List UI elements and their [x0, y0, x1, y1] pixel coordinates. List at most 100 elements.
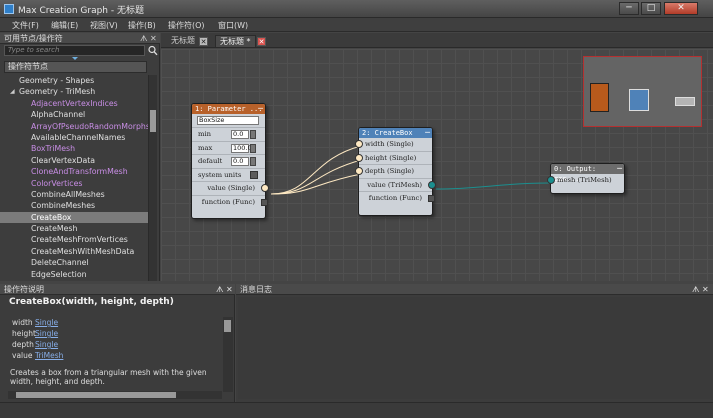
- menu-file[interactable]: 文件(F): [12, 20, 39, 31]
- tab-untitled-1[interactable]: 无标题: [167, 35, 199, 47]
- output-mesh-port[interactable]: [547, 176, 555, 184]
- node-list-item[interactable]: BoxTriMesh: [0, 143, 148, 154]
- node-list-item[interactable]: CreateMeshFromVertices: [0, 234, 148, 245]
- menu-window[interactable]: 窗口(W): [218, 20, 248, 31]
- node-list-item[interactable]: AdjacentVertexIndices: [0, 98, 148, 109]
- collapse-icon[interactable]: ─: [425, 128, 430, 138]
- output-node[interactable]: 0: Output: geo... ─ mesh (TriMesh): [547, 163, 625, 194]
- collapse-icon[interactable]: ─: [617, 164, 622, 174]
- menu-operators[interactable]: 操作符(O): [168, 20, 205, 31]
- node-list-item[interactable]: AlphaChannel: [0, 109, 148, 120]
- app-window: Max Creation Graph - 无标题 ─ □ ✕ 文件(F) 编辑(…: [0, 0, 713, 418]
- scrollbar-thumb[interactable]: [224, 320, 231, 332]
- log-title: 消息日志: [240, 285, 272, 294]
- node-list-item[interactable]: CombineAllMeshes: [0, 189, 148, 200]
- param-min-field[interactable]: 0.0: [231, 130, 249, 139]
- system-units-checkbox[interactable]: [250, 170, 258, 179]
- param-max-field[interactable]: 100.0: [231, 143, 252, 153]
- createbox-node-header[interactable]: 2: CreateBox ─: [359, 128, 432, 138]
- width-input-port[interactable]: [355, 140, 363, 148]
- param-default-spinner[interactable]: [250, 157, 256, 166]
- menu-operate[interactable]: 操作(B): [128, 20, 156, 31]
- search-icon[interactable]: [148, 45, 158, 56]
- type-link[interactable]: Single: [35, 340, 58, 349]
- height-input-port[interactable]: [355, 153, 363, 162]
- createbox-function-port[interactable]: [428, 195, 435, 202]
- param-min-spinner[interactable]: [250, 130, 256, 139]
- splitter-arrow-icon[interactable]: [72, 57, 78, 60]
- close-icon[interactable]: ✕: [702, 284, 709, 295]
- minimap[interactable]: [583, 56, 702, 127]
- node-list-item[interactable]: CreateMesh: [0, 223, 148, 234]
- param-name-field[interactable]: BoxSize: [197, 116, 259, 125]
- param-default-field[interactable]: 0.0: [231, 157, 249, 166]
- close-button[interactable]: ✕: [664, 2, 698, 15]
- createbox-node-title: 2: CreateBox: [362, 129, 413, 137]
- node-list-item[interactable]: DeleteChannel: [0, 257, 148, 268]
- node-list-item[interactable]: ArrayOfPseudoRandomMorphs: [0, 121, 148, 132]
- pin-icon[interactable]: ᗑ: [692, 284, 700, 295]
- node-list-item[interactable]: ColorVertices: [0, 178, 148, 189]
- param-row: width Single: [12, 318, 59, 327]
- menu-edit[interactable]: 编辑(E): [51, 20, 78, 31]
- tab-close-icon-active[interactable]: ✕: [257, 37, 266, 46]
- node-list-item[interactable]: AvailableChannelNames: [0, 132, 148, 143]
- category-header[interactable]: 操作符节点: [4, 61, 147, 73]
- scrollbar-thumb[interactable]: [150, 110, 156, 132]
- node-library-title: 可用节点/操作符: [4, 34, 63, 43]
- param-row: value TriMesh: [12, 351, 64, 360]
- log-content: [238, 297, 710, 399]
- pin-icon[interactable]: ᗑ: [140, 33, 148, 44]
- node-list-item[interactable]: CloneAndTransformMesh: [0, 166, 148, 177]
- param-max-row: max 100.0: [192, 142, 265, 155]
- node-list-item[interactable]: ClearVertexData: [0, 155, 148, 166]
- parameter-node-title: 1: Parameter ...: [195, 105, 263, 113]
- output-node-header[interactable]: 0: Output: geo... ─: [551, 164, 624, 183]
- close-icon[interactable]: ✕: [226, 284, 233, 295]
- parameter-node[interactable]: 1: Parameter ... ─ BoxSize min 0.0 max 1…: [191, 103, 269, 219]
- createbox-value-port[interactable]: [428, 180, 436, 189]
- status-bar: [0, 402, 713, 418]
- node-category[interactable]: ◢ Geometry - TriMesh: [0, 86, 148, 97]
- depth-input-port[interactable]: [355, 167, 363, 175]
- collapse-icon[interactable]: ─: [258, 104, 263, 114]
- scrollbar-thumb[interactable]: [16, 392, 176, 398]
- node-list-item[interactable]: CombineMeshes: [0, 200, 148, 211]
- menu-view[interactable]: 视图(V): [90, 20, 118, 31]
- description-hscrollbar[interactable]: [8, 391, 222, 399]
- tab-close-icon[interactable]: ✕: [199, 37, 208, 46]
- createbox-value-label: value (TriMesh): [367, 180, 422, 189]
- param-min-row: min 0.0: [192, 128, 265, 142]
- type-link[interactable]: TriMesh: [35, 351, 63, 360]
- search-input[interactable]: Type to search: [4, 45, 145, 56]
- param-function-port[interactable]: [261, 198, 268, 206]
- operator-description-text: Creates a box from a triangular mesh wit…: [10, 368, 207, 386]
- node-list-item[interactable]: EdgeSelection: [0, 269, 148, 280]
- node-list-scrollbar[interactable]: [148, 75, 157, 281]
- pin-icon[interactable]: ᗑ: [216, 284, 224, 295]
- node-category[interactable]: Geometry - Shapes: [0, 75, 148, 86]
- description-header: 操作符说明 ᗑ ✕: [0, 284, 235, 295]
- node-library-panel: 可用节点/操作符 ᗑ ✕ Type to search 操作符节点 Geomet…: [0, 33, 160, 281]
- parameter-node-header[interactable]: 1: Parameter ... ─: [192, 104, 265, 114]
- param-max-spinner[interactable]: [250, 143, 256, 153]
- param-value-port[interactable]: [261, 184, 269, 192]
- minimap-parameter-node: [590, 83, 609, 112]
- close-icon[interactable]: ✕: [150, 33, 157, 44]
- param-function-row: function (Func): [192, 196, 268, 210]
- node-list-item[interactable]: CreateBox: [0, 211, 148, 224]
- createbox-node[interactable]: 2: CreateBox ─ width (Single) height (Si…: [355, 127, 436, 216]
- window-title: Max Creation Graph - 无标题: [18, 6, 144, 16]
- node-list-item[interactable]: CreateMeshWithMeshData: [0, 246, 148, 257]
- createbox-value-row: value (TriMesh): [359, 179, 436, 192]
- description-vscrollbar[interactable]: [223, 317, 233, 392]
- title-bar: Max Creation Graph - 无标题 ─ □ ✕: [0, 0, 713, 18]
- createbox-height-label: height (Single): [365, 153, 417, 162]
- tab-untitled-2[interactable]: 无标题 *: [215, 35, 256, 47]
- maximize-button[interactable]: □: [641, 2, 661, 15]
- param-row: height Single: [12, 329, 59, 338]
- expand-arrow-icon[interactable]: ◢: [10, 86, 15, 97]
- type-link[interactable]: Single: [35, 329, 58, 338]
- minimize-button[interactable]: ─: [619, 2, 639, 15]
- type-link[interactable]: Single: [35, 318, 58, 327]
